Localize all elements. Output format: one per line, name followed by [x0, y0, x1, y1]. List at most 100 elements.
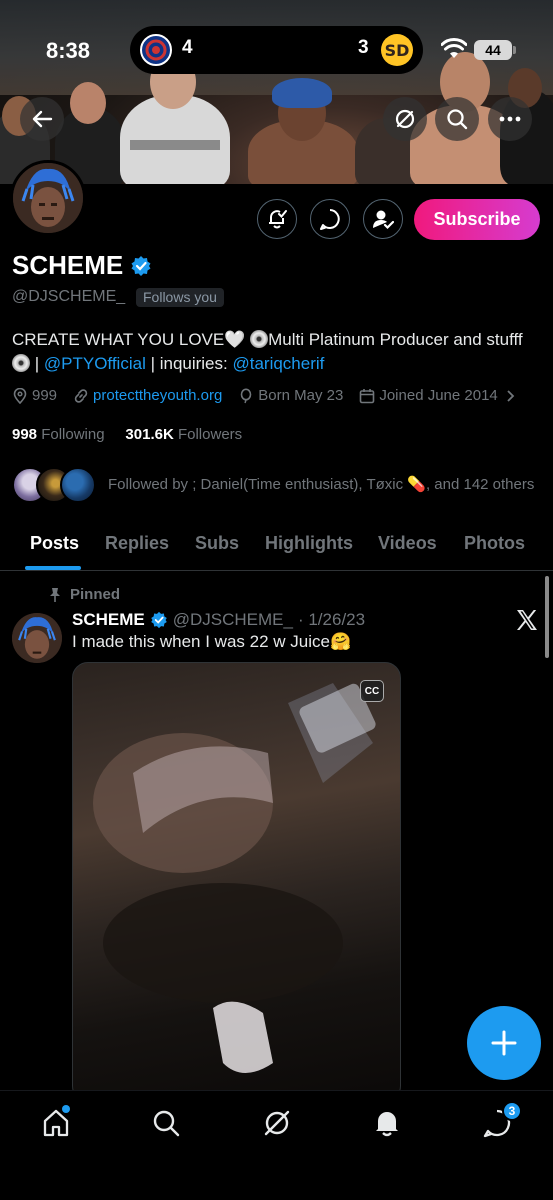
following-button[interactable] [363, 199, 403, 239]
joined-text: Joined June 2014 [379, 387, 498, 404]
followers-label: Followers [177, 426, 243, 443]
message-bubble-icon [320, 209, 340, 230]
post-video[interactable] [72, 662, 401, 1102]
follows-you-badge: Follows you [136, 288, 224, 307]
website-link[interactable]: protecttheyouth.org [93, 387, 222, 404]
verified-badge-icon[interactable] [130, 255, 152, 277]
bio-link-pty[interactable]: @PTYOfficial [44, 354, 146, 373]
meta-location: 999 [12, 387, 57, 404]
nav-notifications[interactable] [371, 1107, 403, 1139]
message-button[interactable] [310, 199, 350, 239]
score-left: 4 [182, 37, 193, 58]
bell-plus-icon [269, 210, 287, 229]
link-icon [74, 388, 88, 403]
bio-text-3: | inquiries: [145, 354, 233, 373]
following-count: 998 [12, 426, 38, 443]
bio-separator: | [30, 354, 44, 373]
meta-joined[interactable]: Joined June 2014 [359, 387, 515, 404]
bio-text-1: CREATE WHAT YOU LOVE [12, 330, 225, 349]
profile-bio: CREATE WHAT YOU LOVE🤍 Multi Platinum Pro… [12, 328, 547, 376]
profile-tabs: Posts Replies Subs Highlights Videos Pho… [0, 525, 553, 571]
chevron-right-icon [507, 389, 515, 402]
compose-button[interactable] [467, 1006, 541, 1080]
video-frame [93, 683, 376, 1073]
tab-subs[interactable]: Subs [195, 533, 239, 554]
padres-logo-icon: SD [381, 34, 413, 66]
banner-hair [272, 78, 332, 108]
closed-captions-button[interactable]: CC [360, 680, 384, 702]
following-link[interactable]: 998 Following [12, 426, 105, 443]
svg-text:SD: SD [385, 41, 410, 60]
grok-icon [395, 109, 415, 129]
battery-indicator: 44 [474, 40, 516, 60]
post-header: SCHEME @DJSCHEME_ · 1/26/23 [72, 610, 365, 630]
tab-posts[interactable]: Posts [30, 533, 79, 554]
location-text: 999 [32, 387, 58, 404]
post-author-name[interactable]: SCHEME [72, 610, 145, 630]
score-right: 3 [358, 37, 369, 58]
post-text: I made this when I was 22 w Juice🤗 [72, 632, 352, 651]
tab-highlights[interactable]: Highlights [265, 533, 353, 554]
nav-grok[interactable] [261, 1107, 293, 1139]
back-button[interactable] [20, 97, 64, 141]
disc-icon [250, 330, 269, 348]
followed-by-text[interactable]: Followed by ; Daniel(Time enthusiast), T… [108, 475, 534, 493]
avatar [60, 467, 96, 503]
banner-table [130, 140, 220, 150]
verified-badge-icon [150, 611, 167, 629]
more-button[interactable] [488, 97, 532, 141]
grok-icon [264, 1110, 290, 1136]
profile-meta: 999 protecttheyouth.org Born May 23 Join… [12, 387, 532, 404]
active-tab-indicator [25, 566, 81, 570]
tab-videos[interactable]: Videos [378, 533, 437, 554]
search-icon [447, 109, 468, 130]
more-dots-icon [499, 116, 521, 122]
meta-website[interactable]: protecttheyouth.org [73, 387, 222, 404]
user-check-icon [373, 210, 394, 230]
messages-badge: 3 [502, 1101, 522, 1121]
subscribe-button[interactable]: Subscribe [414, 199, 540, 240]
balloon-icon [240, 388, 252, 403]
status-time: 8:38 [46, 38, 91, 63]
status-bar: 8:38 4 3 SD 44 [0, 22, 553, 78]
plus-icon [491, 1030, 517, 1056]
tab-photos[interactable]: Photos [464, 533, 525, 554]
dynamic-island-scoreboard[interactable]: 4 3 SD [130, 26, 423, 74]
bio-text-2: Multi Platinum Producer and stufff [268, 330, 523, 349]
following-label: Following [41, 426, 105, 443]
white-heart-icon: 🤍 [224, 330, 246, 349]
born-text: Born May 23 [258, 387, 344, 404]
tab-replies[interactable]: Replies [105, 533, 169, 554]
follow-counts: 998 Following 301.6K Followers [12, 426, 242, 443]
banner-head [70, 82, 106, 124]
post-date: · 1/26/23 [297, 610, 366, 629]
scrollbar[interactable] [545, 576, 549, 658]
pinned-text: Pinned [70, 586, 121, 603]
calendar-icon [360, 388, 375, 403]
pinned-label: Pinned [48, 586, 120, 603]
followed-by-avatars[interactable] [12, 467, 98, 503]
location-pin-icon [13, 387, 27, 404]
search-button[interactable] [435, 97, 479, 141]
grok-button[interactable] [383, 97, 427, 141]
profile-name: SCHEME [12, 250, 124, 280]
profile-avatar[interactable] [10, 160, 86, 236]
profile-handle: @DJSCHEME_ [12, 288, 126, 305]
nav-search[interactable] [150, 1107, 182, 1139]
notify-button[interactable] [257, 199, 297, 239]
x-logo-icon[interactable] [515, 608, 539, 637]
bell-icon [376, 1112, 398, 1137]
search-icon [153, 1110, 180, 1137]
pin-icon [50, 587, 60, 602]
followers-link[interactable]: 301.6K Followers [125, 426, 242, 443]
bio-link-inquiries[interactable]: @tariqcherif [232, 354, 324, 373]
back-arrow-icon [32, 110, 53, 128]
home-notification-dot [62, 1105, 70, 1113]
followers-count: 301.6K [125, 426, 174, 443]
post-author-handle[interactable]: @DJSCHEME_ [173, 610, 293, 630]
bottom-navigation: 3 [0, 1090, 553, 1200]
cubs-logo-icon [140, 34, 172, 66]
post-author-avatar[interactable] [12, 613, 62, 663]
disc-icon [12, 354, 30, 372]
wifi-icon [440, 38, 468, 65]
